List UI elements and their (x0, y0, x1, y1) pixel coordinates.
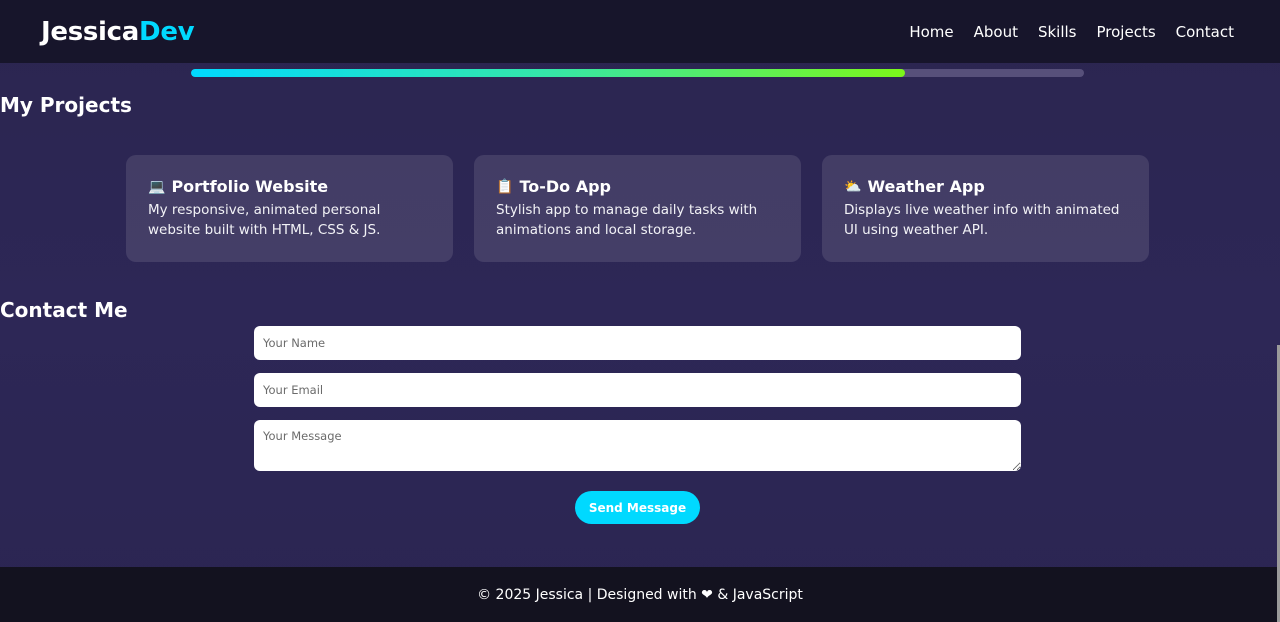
nav-projects[interactable]: Projects (1097, 23, 1156, 41)
site-logo[interactable]: JessicaDev (41, 16, 195, 47)
project-desc-todo: Stylish app to manage daily tasks with a… (496, 202, 758, 238)
skill-progress-bar (191, 69, 1084, 77)
project-desc-portfolio: My responsive, animated personal website… (148, 202, 381, 238)
message-textarea[interactable] (254, 420, 1021, 471)
project-cards: 💻 Portfolio Website My responsive, anima… (126, 155, 1149, 262)
site-header: JessicaDev Home About Skills Projects Co… (0, 0, 1280, 63)
nav-contact[interactable]: Contact (1176, 23, 1234, 41)
logo-accent: Dev (139, 16, 195, 47)
skill-progress-fill (191, 69, 906, 77)
logo-main: Jessica (41, 16, 140, 47)
project-card-todo[interactable]: 📋 To-Do App Stylish app to manage daily … (474, 155, 801, 262)
projects-title: My Projects (0, 93, 132, 117)
project-card-weather[interactable]: ⛅ Weather App Displays live weather info… (822, 155, 1149, 262)
project-desc-weather: Displays live weather info with animated… (844, 202, 1120, 238)
project-card-title: 📋 To-Do App (496, 177, 779, 196)
footer-text: © 2025 Jessica | Designed with ❤ & JavaS… (477, 586, 803, 603)
project-card-title: ⛅ Weather App (844, 177, 1127, 196)
nav-about[interactable]: About (974, 23, 1018, 41)
weather-icon: ⛅ (844, 178, 862, 195)
laptop-icon: 💻 (148, 178, 166, 195)
project-title-weather: Weather App (867, 177, 985, 196)
name-input[interactable] (254, 326, 1021, 360)
site-footer: © 2025 Jessica | Designed with ❤ & JavaS… (0, 567, 1280, 622)
project-card-portfolio[interactable]: 💻 Portfolio Website My responsive, anima… (126, 155, 453, 262)
contact-title: Contact Me (0, 298, 128, 322)
send-message-button[interactable]: Send Message (575, 491, 700, 524)
nav-skills[interactable]: Skills (1038, 23, 1077, 41)
main-nav: Home About Skills Projects Contact (909, 23, 1234, 41)
contact-form (254, 326, 1021, 471)
clipboard-icon: 📋 (496, 178, 514, 195)
nav-home[interactable]: Home (909, 23, 953, 41)
email-input[interactable] (254, 373, 1021, 407)
project-title-todo: To-Do App (519, 177, 611, 196)
project-title-portfolio: Portfolio Website (171, 177, 329, 196)
project-card-title: 💻 Portfolio Website (148, 177, 431, 196)
